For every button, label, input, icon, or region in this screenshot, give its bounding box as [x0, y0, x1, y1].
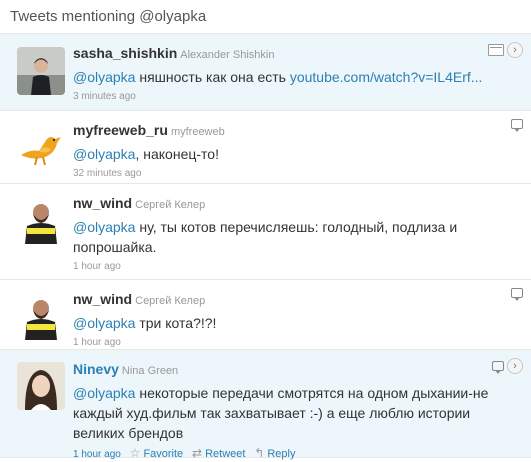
tweet-item[interactable]: nw_wind Сергей Келер @olyapka ну, ты кото… — [0, 184, 531, 280]
chevron-right-icon[interactable]: › — [507, 358, 523, 374]
retweet-label: Retweet — [205, 448, 246, 460]
tweet-text: @olyapka три кота?!?! — [73, 313, 519, 333]
tweet-corner-controls: › — [488, 42, 523, 58]
tweet-item[interactable]: myfreeweb_ru myfreeweb @olyapka, наконец-… — [0, 111, 531, 184]
tweet-author-real-name: Сергей Келер — [135, 295, 206, 307]
retweet-icon: ⇄ — [191, 446, 203, 460]
tweet-text: @olyapka няшность как она есть youtube.c… — [73, 67, 519, 87]
tweet-text: @olyapka ну, ты котов перечисляешь: голо… — [73, 217, 519, 257]
tweet-body: три кота?!?! — [135, 315, 217, 331]
tweet-corner-controls — [511, 119, 523, 132]
reply-bubble-icon[interactable] — [511, 288, 523, 301]
page-title: Tweets mentioning @olyapka — [0, 0, 531, 34]
reply-button[interactable]: ↰ Reply — [254, 446, 296, 460]
mention-link[interactable]: @olyapka — [73, 219, 135, 235]
tweet-author-screen-name[interactable]: myfreeweb_ru — [73, 122, 168, 138]
mention-link[interactable]: @olyapka — [73, 146, 135, 162]
tweet-timestamp[interactable]: 32 minutes ago — [73, 167, 519, 181]
reply-arrow-icon: ↰ — [254, 446, 265, 460]
tweet-text: @olyapka некоторые передачи смотрятся на… — [73, 383, 519, 443]
tweet-corner-controls: › — [492, 358, 523, 374]
tweet-timestamp[interactable]: 3 minutes ago — [73, 90, 519, 104]
tweet-author-real-name: myfreeweb — [170, 126, 225, 138]
mention-link[interactable]: @olyapka — [73, 69, 135, 85]
tweet-item[interactable]: nw_wind Сергей Келер @olyapka три кота?!?… — [0, 280, 531, 350]
tweet-body: няшность как она есть — [135, 69, 290, 85]
tweet-author-screen-name[interactable]: nw_wind — [73, 291, 132, 307]
tweet-author-screen-name[interactable]: sasha_shishkin — [73, 45, 177, 61]
tweet-timestamp[interactable]: 1 hour ago — [73, 449, 121, 460]
avatar[interactable] — [17, 292, 65, 340]
tweet-body: некоторые передачи смотрятся на одном ды… — [73, 385, 489, 441]
reply-bubble-icon[interactable] — [492, 361, 504, 374]
star-icon: ☆ — [129, 446, 141, 460]
avatar[interactable] — [17, 196, 65, 244]
tweet-timestamp[interactable]: 1 hour ago — [73, 260, 519, 274]
favorite-button[interactable]: ☆ Favorite — [129, 446, 184, 460]
chevron-right-icon[interactable]: › — [507, 42, 523, 58]
url-link[interactable]: youtube.com/watch?v=IL4Erf... — [290, 69, 483, 85]
reply-label: Reply — [267, 448, 296, 460]
tweet-author-screen-name[interactable]: Ninevy — [73, 361, 119, 377]
favorite-label: Favorite — [143, 448, 184, 460]
tweet-body: , наконец-то! — [135, 146, 219, 162]
avatar[interactable] — [17, 47, 65, 95]
tweet-corner-controls — [511, 288, 523, 301]
tweet-author-real-name: Сергей Келер — [135, 199, 206, 211]
avatar[interactable] — [17, 123, 65, 171]
avatar[interactable] — [17, 362, 65, 410]
media-icon[interactable] — [488, 44, 504, 56]
reply-bubble-icon[interactable] — [511, 119, 523, 132]
retweet-button[interactable]: ⇄ Retweet — [191, 446, 246, 460]
tweet-author-screen-name[interactable]: nw_wind — [73, 195, 132, 211]
tweet-item[interactable]: Ninevy Nina Green @olyapka некоторые пере… — [0, 350, 531, 460]
tweet-actions: 1 hour ago ☆ Favorite ⇄ Retweet ↰ Reply — [73, 446, 519, 462]
tweet-item[interactable]: sasha_shishkin Alexander Shishkin @olyapk… — [0, 34, 531, 111]
mention-link[interactable]: @olyapka — [73, 385, 135, 401]
tweet-author-real-name: Alexander Shishkin — [180, 49, 275, 61]
tweet-author-real-name: Nina Green — [121, 365, 179, 377]
mention-link[interactable]: @olyapka — [73, 315, 135, 331]
tweet-text: @olyapka, наконец-то! — [73, 144, 519, 164]
tweet-timestamp[interactable]: 1 hour ago — [73, 336, 519, 350]
